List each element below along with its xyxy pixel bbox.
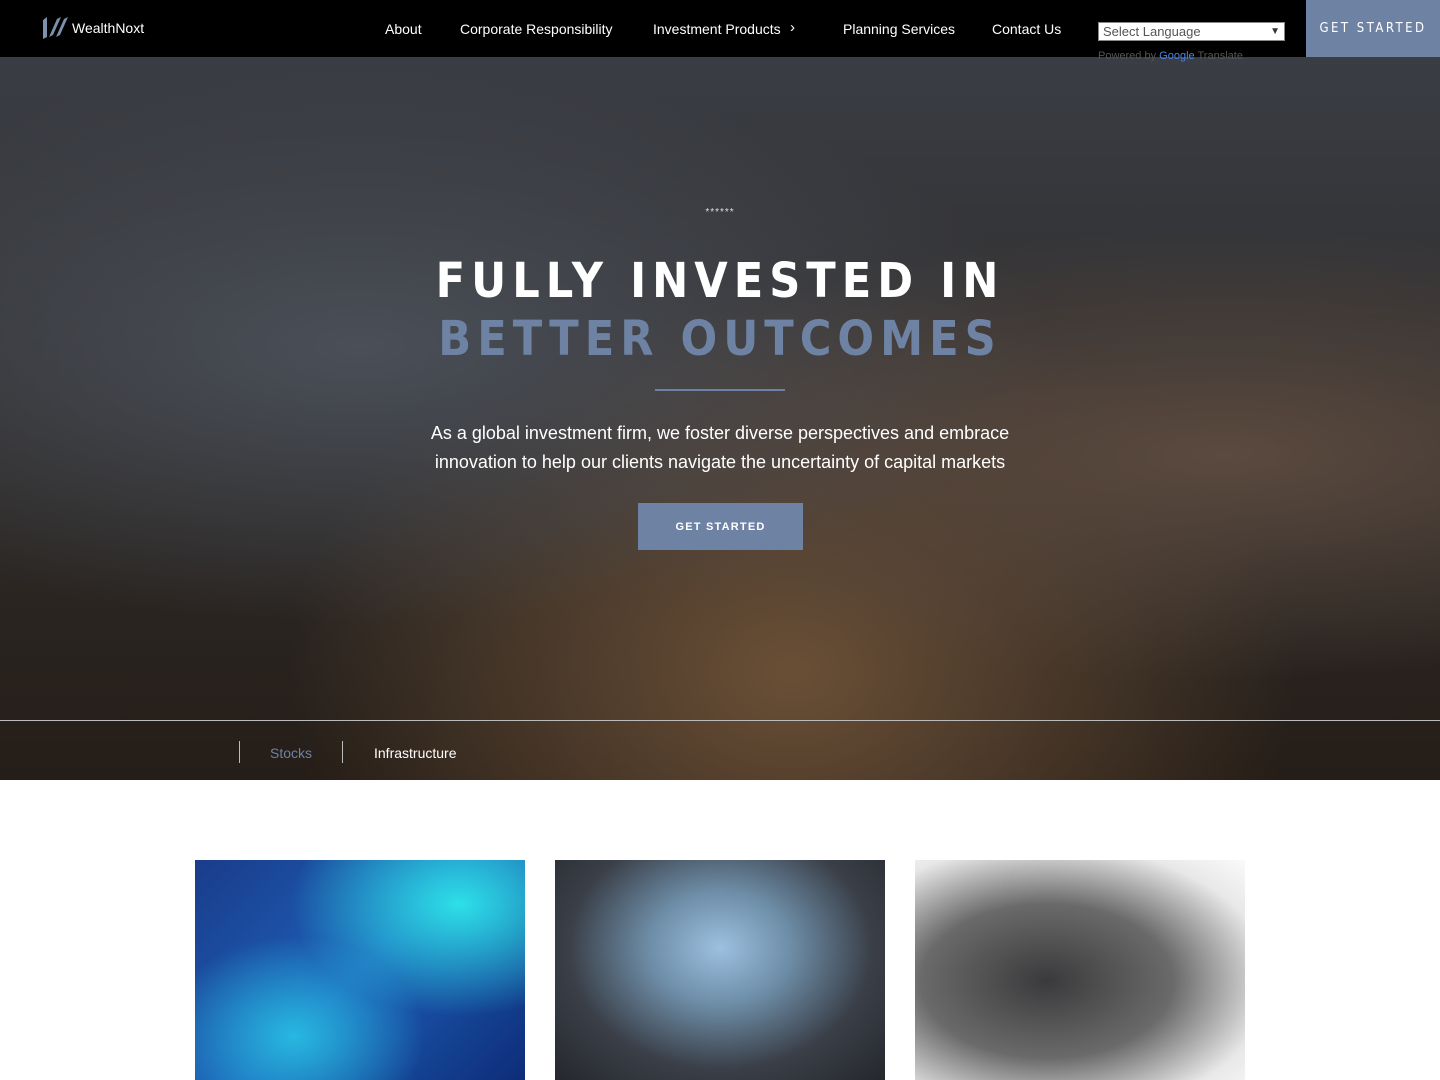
hero-subtitle-line1: As a global investment firm, we foster d… [430,423,1010,443]
logo-icon [43,17,68,39]
powered-by-text: Powered by [1098,50,1157,62]
get-started-nav-button[interactable]: GET STARTED [1306,0,1440,57]
hero-stars: ****** [705,207,735,218]
tabs-divider [0,720,1440,721]
nav-corporate-responsibility[interactable]: Corporate Responsibility [460,21,613,37]
tab-stocks[interactable]: Stocks [270,745,312,761]
hero-subtitle-line2: innovation to help our clients navigate … [434,452,1006,472]
tab-infrastructure[interactable]: Infrastructure [374,745,456,761]
chevron-down-icon: ▼ [1270,26,1280,37]
powered-by-google-translate[interactable]: Powered by Google Translate [1098,50,1243,62]
translate-text: Translate [1197,50,1243,62]
tab-separator [342,741,343,763]
google-text: Google [1159,50,1195,62]
hero-divider [655,389,785,391]
language-select-value: Select Language [1103,24,1201,39]
brand-name: WealthNoxt [72,20,145,36]
team-card-image[interactable] [915,860,1245,1080]
top-nav: WealthNoxt About Corporate Responsibilit… [0,0,1440,57]
logo[interactable]: WealthNoxt [42,17,144,39]
nav-contact-us[interactable]: Contact Us [992,21,1061,37]
nav-about[interactable]: About [385,21,422,37]
hero-title-line1: FULLY INVESTED IN [435,253,1005,309]
tab-separator [239,741,240,763]
hero-title-line2: BETTER OUTCOMES [438,311,1002,367]
stocks-card-image[interactable] [195,860,525,1080]
get-started-hero-button[interactable]: GET STARTED [638,503,803,550]
hero-subtitle: As a global investment firm, we foster d… [0,419,1440,477]
nav-planning-services[interactable]: Planning Services [843,21,955,37]
language-select[interactable]: Select Language ▼ [1098,22,1285,41]
chevron-right-icon[interactable]: › [790,19,795,36]
hero-section: ****** FULLY INVESTED IN BETTER OUTCOMES… [0,57,1440,780]
infrastructure-card-image[interactable] [555,860,885,1080]
nav-investment-products[interactable]: Investment Products [653,21,781,37]
